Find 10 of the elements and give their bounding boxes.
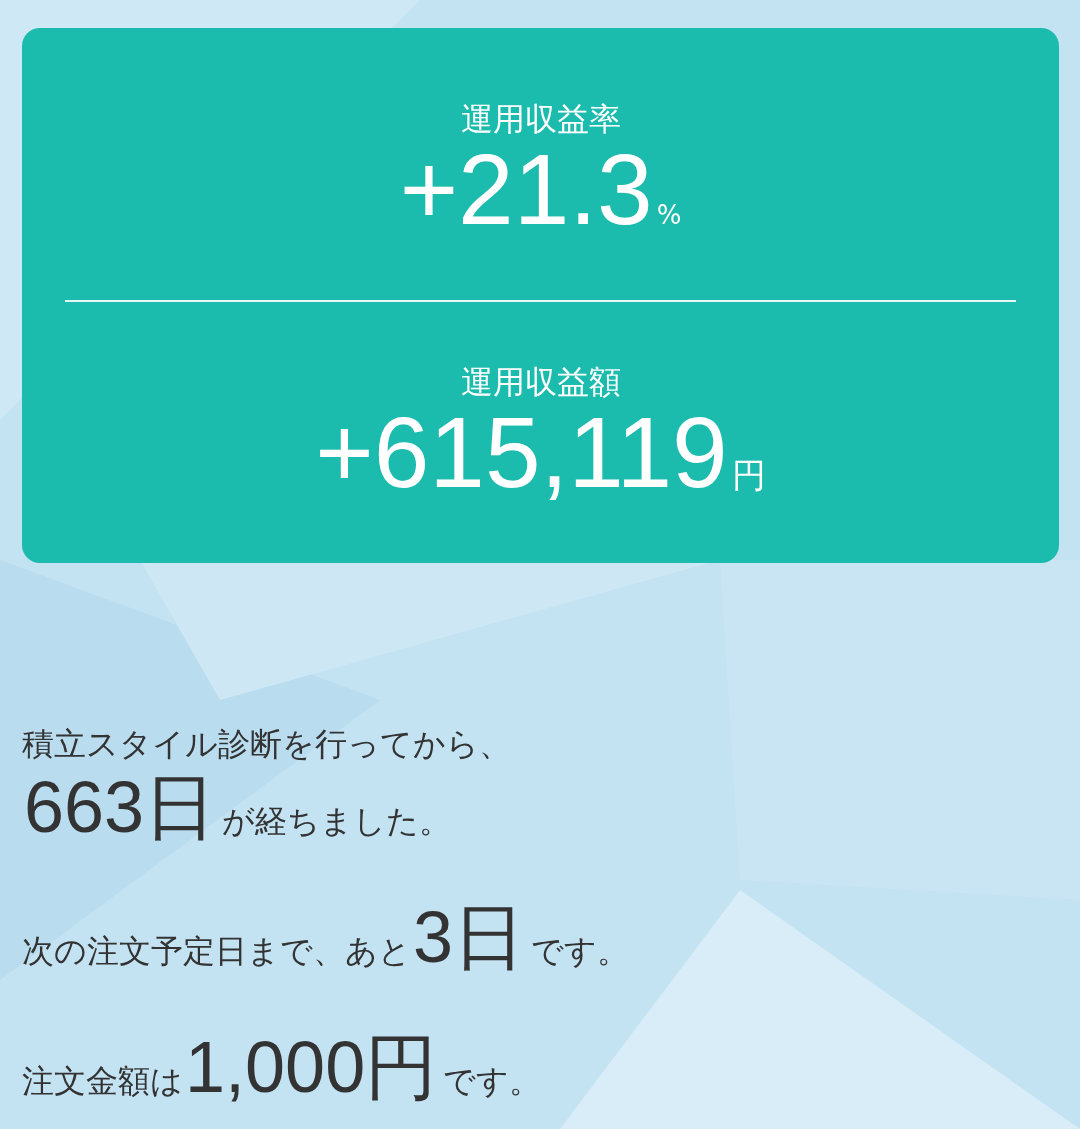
unit-label: % xyxy=(656,199,682,230)
metric-value: +21.3 xyxy=(399,138,653,239)
metric-value: +615,119 xyxy=(315,402,728,503)
message-text: 注文金額は 1,000円 です。 xyxy=(22,1027,543,1107)
metric-label: 運用収益額 xyxy=(460,362,621,403)
message-text: 積立スタイル診断を行ってから、 xyxy=(22,724,512,765)
message-text: 663日 が経ちました。 xyxy=(23,767,453,847)
unit-label: 円 xyxy=(731,454,766,498)
message-text: 次の注文予定日まで、あと 3日 です。 xyxy=(22,897,631,977)
metric-label: 運用収益率 xyxy=(460,98,621,139)
